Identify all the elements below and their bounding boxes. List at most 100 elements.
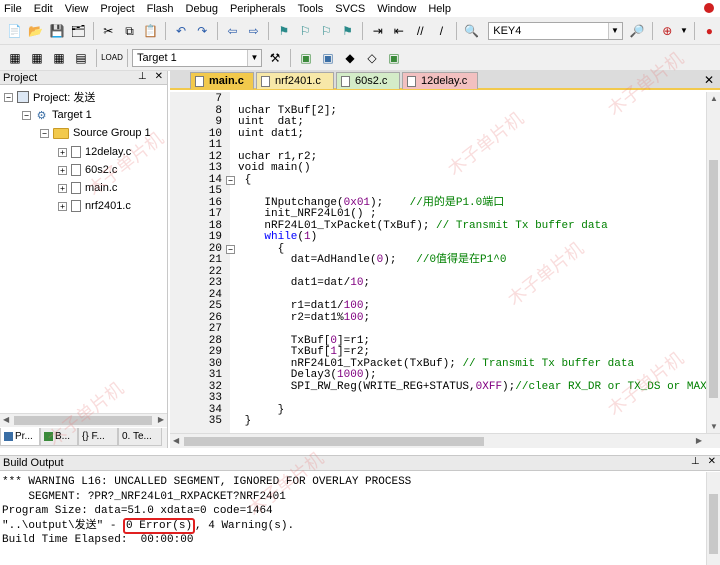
bookmark-prev-icon[interactable]: ⚐ (296, 22, 313, 40)
scroll-thumb[interactable] (14, 416, 152, 425)
collapse-icon[interactable]: − (22, 110, 31, 120)
scroll-thumb[interactable] (184, 437, 484, 446)
record-icon[interactable] (704, 3, 714, 13)
editor-hscrollbar[interactable]: ◀ ▶ (170, 433, 720, 448)
new-file-icon[interactable]: 📄 (6, 22, 23, 40)
close-icon[interactable]: ✕ (708, 456, 716, 467)
collapse-icon[interactable]: − (4, 92, 13, 102)
tab-project[interactable]: Pr... (0, 428, 40, 446)
pack-update-icon[interactable]: ▣ (385, 49, 403, 67)
redo-icon[interactable]: ↷ (194, 22, 211, 40)
build-output-title-text: Build Output (3, 457, 64, 469)
menu-tools[interactable]: Tools (292, 3, 330, 15)
save-all-icon[interactable]: 🗂 (70, 22, 87, 40)
scroll-thumb[interactable] (709, 494, 718, 554)
menu-project[interactable]: Project (94, 3, 140, 15)
editor-tab-nrf2401[interactable]: nrf2401.c (256, 72, 334, 89)
tree-file[interactable]: + main.c (58, 179, 117, 197)
pin-icon[interactable]: ⊥ (138, 71, 147, 82)
manage-runtime-icon[interactable]: ▣ (319, 49, 337, 67)
pack-installer-icon[interactable]: ◆ (341, 49, 359, 67)
tree-target[interactable]: − ⚙ Target 1 (22, 106, 92, 124)
tab-functions[interactable]: {} F... (78, 428, 118, 446)
editor-tab-main[interactable]: main.c (190, 72, 254, 89)
bookmark-clear-icon[interactable]: ⚑ (339, 22, 356, 40)
scroll-left-icon[interactable]: ◀ (173, 436, 179, 445)
stop-icon[interactable]: ● (701, 22, 718, 40)
menu-debug[interactable]: Debug (180, 3, 224, 15)
menu-help[interactable]: Help (422, 3, 457, 15)
target-label: Target 1 (52, 109, 92, 121)
open-file-icon[interactable]: 📂 (27, 22, 44, 40)
find-icon[interactable]: 🔎 (629, 22, 646, 40)
debug-magnifier-icon[interactable]: ⊕ (659, 22, 676, 40)
target-select[interactable]: Target 1 ▼ (132, 48, 262, 67)
download-icon[interactable]: LOAD (101, 49, 123, 67)
scroll-right-icon[interactable]: ▶ (696, 436, 702, 445)
tree-file[interactable]: + nrf2401.c (58, 197, 131, 215)
paste-icon[interactable]: 📋 (142, 22, 159, 40)
find-combo[interactable]: KEY4 ▼ (488, 21, 623, 40)
tree-file[interactable]: + 60s2.c (58, 161, 117, 179)
line-number: 33 (208, 392, 222, 404)
chevron-down-icon[interactable]: ▼ (680, 22, 688, 40)
select-packs-icon[interactable]: ◇ (363, 49, 381, 67)
tab-templates[interactable]: 0. Te... (118, 428, 162, 446)
nav-back-icon[interactable]: ⇦ (224, 22, 241, 40)
copy-icon[interactable]: ⧉ (121, 22, 138, 40)
chevron-down-icon[interactable]: ▼ (607, 22, 622, 39)
editor-tab-60s2[interactable]: 60s2.c (336, 72, 400, 89)
line-number: 25 (208, 300, 222, 312)
indent-icon[interactable]: ⇥ (369, 22, 386, 40)
uncomment-icon[interactable]: / (433, 22, 450, 40)
unindent-icon[interactable]: ⇤ (390, 22, 407, 40)
project-hscrollbar[interactable]: ◀ ▶ (0, 413, 167, 427)
menu-window[interactable]: Window (371, 3, 422, 15)
find-in-files-icon[interactable]: 🔍 (463, 22, 480, 40)
menu-edit[interactable]: Edit (28, 3, 59, 15)
save-icon[interactable]: 💾 (48, 22, 65, 40)
scroll-down-icon[interactable]: ▼ (710, 422, 718, 431)
expand-icon[interactable]: + (58, 165, 67, 175)
editor-vscrollbar[interactable]: ▲ ▼ (706, 92, 720, 433)
scroll-left-icon[interactable]: ◀ (3, 415, 9, 424)
code-view[interactable]: uchar TxBuf[2]; uint dat; uint dat1; uchar … (230, 92, 706, 433)
batch-build-icon[interactable]: ▤ (72, 49, 90, 67)
pin-icon[interactable]: ⊥ (691, 456, 700, 467)
line-number: 35 (208, 415, 222, 427)
menu-svcs[interactable]: SVCS (329, 3, 371, 15)
bookmark-next-icon[interactable]: ⚐ (318, 22, 335, 40)
menu-peripherals[interactable]: Peripherals (224, 3, 292, 15)
scroll-right-icon[interactable]: ▶ (158, 415, 164, 424)
build-vscrollbar[interactable] (706, 472, 720, 565)
translate-icon[interactable]: ▦ (6, 49, 24, 67)
close-icon[interactable]: ✕ (704, 73, 714, 87)
bookmark-toggle-icon[interactable]: ⚑ (275, 22, 292, 40)
comment-icon[interactable]: // (412, 22, 429, 40)
manage-components-icon[interactable]: ▣ (297, 49, 315, 67)
menu-view[interactable]: View (59, 3, 95, 15)
chevron-down-icon[interactable]: ▼ (247, 49, 261, 66)
separator (651, 21, 653, 40)
menu-file[interactable]: File (0, 3, 28, 15)
close-icon[interactable]: ✕ (155, 71, 163, 82)
tree-project-root[interactable]: − Project: 发送 (4, 88, 95, 106)
nav-forward-icon[interactable]: ⇨ (245, 22, 262, 40)
cut-icon[interactable]: ✂ (100, 22, 117, 40)
build-icon[interactable]: ▦ (28, 49, 46, 67)
editor-tab-12delay[interactable]: 12delay.c (402, 72, 478, 89)
tab-books[interactable]: B... (40, 428, 78, 446)
expand-icon[interactable]: + (58, 147, 67, 157)
scroll-thumb[interactable] (709, 160, 718, 398)
tree-file[interactable]: + 12delay.c (58, 143, 131, 161)
rebuild-icon[interactable]: ▦ (50, 49, 68, 67)
menu-flash[interactable]: Flash (141, 3, 180, 15)
tree-source-group[interactable]: − Source Group 1 (40, 124, 151, 142)
scroll-up-icon[interactable]: ▲ (710, 94, 718, 103)
undo-icon[interactable]: ↶ (172, 22, 189, 40)
expand-icon[interactable]: + (58, 183, 67, 193)
collapse-icon[interactable]: − (40, 128, 49, 138)
folder-icon (53, 127, 69, 139)
target-options-icon[interactable]: ⚒ (266, 49, 284, 67)
expand-icon[interactable]: + (58, 201, 67, 211)
